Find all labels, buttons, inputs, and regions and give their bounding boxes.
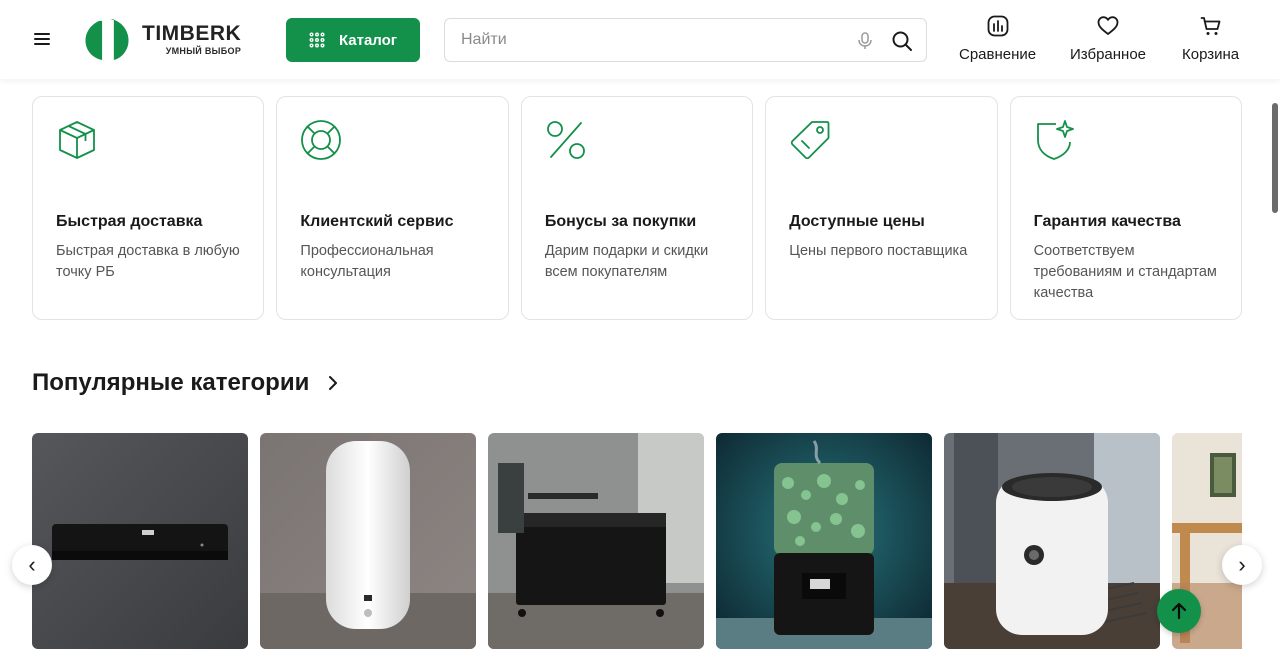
grid-dots-icon [309, 32, 325, 48]
favorites-label: Избранное [1070, 46, 1147, 63]
site-header: TIMBERK УМНЫЙ ВЫБОР Каталог Найти Сравне… [0, 0, 1280, 79]
brand-logo[interactable]: TIMBERK УМНЫЙ ВЫБОР [84, 17, 241, 62]
feature-description: Цены первого поставщика [789, 243, 968, 259]
heart-icon [1097, 16, 1119, 35]
category-card[interactable] [716, 433, 932, 649]
feature-title: Гарантия качества [1033, 213, 1181, 230]
search-box [444, 18, 927, 62]
compare-link[interactable]: Сравнение [959, 14, 1036, 63]
humidifier-image [716, 433, 932, 649]
carousel-next-button[interactable]: › [1222, 545, 1262, 585]
feature-title: Доступные цены [789, 213, 925, 230]
lifebuoy-icon [301, 120, 342, 160]
catalog-button[interactable]: Каталог [286, 18, 420, 62]
feature-title: Клиентский сервис [300, 213, 454, 230]
logo-slogan-text: УМНЫЙ ВЫБОР [165, 46, 242, 56]
logo-mark-icon [85, 17, 129, 62]
feature-card-delivery: Быстрая доставка Быстрая доставка в любу… [32, 96, 265, 320]
percent-icon [546, 121, 585, 159]
feature-description: Профессиональная консультация [300, 243, 434, 280]
cart-link[interactable]: Корзина [1182, 14, 1239, 63]
feature-description: Соответствуем требованиям и стандартам к… [1033, 243, 1217, 301]
carousel-prev-button[interactable]: ‹ [12, 545, 52, 585]
compare-label: Сравнение [959, 46, 1037, 63]
price-tag-icon [791, 121, 830, 160]
scroll-to-top-button[interactable] [1157, 589, 1201, 633]
chevron-right-icon [329, 376, 338, 390]
category-card[interactable] [944, 433, 1160, 649]
feature-title: Быстрая доставка [56, 213, 203, 230]
category-card[interactable] [260, 433, 476, 649]
catalog-button-label: Каталог [338, 31, 398, 49]
logo-brand-text: TIMBERK [142, 22, 242, 45]
favorites-link[interactable]: Избранное [1070, 14, 1146, 63]
category-card[interactable] [32, 433, 248, 649]
convector-heater-image [488, 433, 704, 649]
air-purifier-image [944, 433, 1160, 649]
arrow-up-icon [1171, 602, 1187, 620]
cart-label: Корзина [1182, 46, 1240, 63]
feature-card-service: Клиентский сервис Профессиональная консу… [276, 96, 509, 320]
box-icon [59, 121, 95, 159]
cart-icon [1200, 17, 1220, 35]
menu-burger-icon[interactable] [30, 30, 54, 50]
feature-description: Дарим подарки и скидки всем покупателям [544, 243, 709, 280]
compare-chart-icon [987, 15, 1008, 37]
microphone-icon[interactable] [855, 31, 875, 51]
feature-card-quality: Гарантия качества Соответствуем требован… [1009, 96, 1243, 320]
feature-card-bonuses: Бонусы за покупки Дарим подарки и скидки… [520, 96, 754, 320]
search-icon[interactable] [891, 30, 913, 52]
page-scrollbar[interactable] [1272, 103, 1278, 213]
features-row: Быстрая доставка Быстрая доставка в любу… [32, 96, 1243, 320]
shield-star-icon [1036, 120, 1074, 160]
feature-card-prices: Доступные цены Цены первого поставщика [765, 96, 998, 320]
search-input[interactable] [461, 29, 841, 51]
popular-categories-link[interactable]: Популярные категории [32, 369, 339, 397]
air-conditioner-image [32, 433, 248, 649]
section-title: Популярные категории [32, 369, 310, 396]
feature-description: Быстрая доставка в любую точку РБ [56, 243, 240, 280]
category-card[interactable] [488, 433, 704, 649]
feature-title: Бонусы за покупки [544, 213, 697, 230]
categories-carousel [32, 433, 1242, 649]
water-heater-image [260, 433, 476, 649]
